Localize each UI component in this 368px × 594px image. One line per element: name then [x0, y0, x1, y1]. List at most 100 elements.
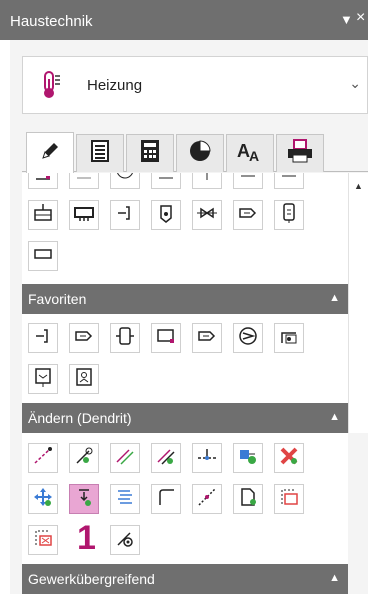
symbol-button[interactable] — [69, 200, 99, 230]
add-document-icon — [237, 486, 259, 513]
symbol-icon — [74, 173, 94, 187]
step-number-label: 1 — [77, 519, 96, 557]
gate-valve-icon — [196, 202, 218, 229]
tab-print[interactable] — [276, 134, 324, 172]
section-title: Ändern (Dendrit) — [28, 410, 132, 426]
symbol-button[interactable] — [192, 173, 222, 189]
panel-title: Haustechnik — [10, 13, 93, 30]
settings-line-icon — [114, 527, 136, 554]
move-icon — [32, 486, 54, 513]
edit-tool-button[interactable] — [69, 443, 99, 473]
calculator-icon — [140, 139, 160, 168]
symbol-icon — [33, 173, 53, 187]
tab-evaluate[interactable] — [176, 134, 224, 172]
collapse-icon[interactable]: ▲ — [329, 411, 340, 423]
edit-tool-button[interactable] — [192, 484, 222, 514]
edit-tool-button[interactable] — [233, 484, 263, 514]
text-style-icon: AA — [236, 139, 264, 168]
heat-exchanger-icon — [278, 325, 300, 352]
favorite-button[interactable] — [274, 323, 304, 353]
trim-lines-icon — [155, 445, 177, 472]
symbol-button[interactable] — [233, 173, 263, 189]
tool-palette: Favoriten ▲ Ändern (Dendrit) ▲ 1 Gewerkü… — [22, 173, 348, 594]
edit-tool-button[interactable] — [28, 484, 58, 514]
symbol-icon — [279, 173, 299, 187]
edit-tool-button[interactable] — [192, 443, 222, 473]
pencil-icon — [39, 140, 61, 167]
edit-tool-button[interactable] — [28, 525, 58, 555]
tab-draw[interactable] — [26, 132, 74, 173]
symbol-button[interactable] — [28, 241, 58, 271]
tab-calculate[interactable] — [126, 134, 174, 172]
favorite-button[interactable] — [69, 323, 99, 353]
symbol-button[interactable] — [151, 173, 181, 189]
collapse-icon[interactable]: ▲ — [329, 572, 340, 584]
edit-tool-button[interactable] — [151, 484, 181, 514]
radiator-icon — [73, 202, 95, 229]
edit-tool-button[interactable] — [110, 484, 140, 514]
delete-icon — [278, 445, 300, 472]
section-header-aendern[interactable]: Ändern (Dendrit) ▲ — [22, 403, 348, 433]
vertical-scrollbar[interactable]: ▲ — [348, 173, 368, 433]
draw-line-icon — [32, 445, 54, 472]
edit-tool-button-active[interactable] — [69, 484, 99, 514]
tab-list[interactable] — [76, 134, 124, 172]
symbol-button[interactable] — [110, 200, 140, 230]
split-pipe-icon — [196, 445, 218, 472]
outlet-icon — [114, 202, 136, 229]
pump-icon — [73, 325, 95, 352]
section-title: Gewerkübergreifend — [28, 571, 155, 587]
edit-tool-button[interactable] — [274, 443, 304, 473]
section-header-favoriten[interactable]: Favoriten ▲ — [22, 284, 348, 314]
symbol-button[interactable] — [274, 173, 304, 189]
favorite-button[interactable] — [28, 364, 58, 394]
symbol-icon — [238, 173, 258, 187]
list-icon — [90, 139, 110, 168]
edit-tool-button[interactable] — [274, 484, 304, 514]
edit-tool-button[interactable] — [28, 443, 58, 473]
dropdown-value: Heizung — [87, 77, 143, 94]
trade-dropdown[interactable]: Heizung ⌄ — [22, 56, 368, 114]
pump-icon — [237, 202, 259, 229]
collapse-icon[interactable]: ▲ — [329, 292, 340, 304]
favorite-button[interactable] — [69, 364, 99, 394]
svg-text:A: A — [249, 148, 259, 163]
favorite-button[interactable] — [110, 323, 140, 353]
edit-tool-button[interactable] — [110, 525, 140, 555]
connect-pipe-icon — [73, 445, 95, 472]
favorite-button[interactable] — [233, 323, 263, 353]
pie-chart-icon — [188, 139, 212, 168]
delete-box-icon — [32, 527, 54, 554]
symbol-button[interactable] — [192, 200, 222, 230]
valve-body-icon — [155, 202, 177, 229]
pin-dropdown-icon[interactable]: ▼ — [340, 12, 353, 27]
align-icon — [114, 486, 136, 513]
tab-text-styles[interactable]: AA — [226, 134, 274, 172]
scroll-up-icon[interactable]: ▲ — [354, 181, 363, 191]
radiator-vertical-icon — [114, 325, 136, 352]
tool-tabs: AA — [22, 132, 368, 173]
section-header-gewerk[interactable]: Gewerkübergreifend ▲ — [22, 564, 348, 594]
favorite-button[interactable] — [28, 323, 58, 353]
favorite-button[interactable] — [192, 323, 222, 353]
valve-box-icon — [32, 366, 54, 393]
favorite-button[interactable] — [151, 323, 181, 353]
symbol-button[interactable] — [110, 173, 140, 189]
collector-icon — [155, 325, 177, 352]
replace-symbol-icon — [237, 445, 259, 472]
symbol-icon — [197, 173, 217, 187]
meter-icon — [73, 366, 95, 393]
join-lines-icon — [196, 486, 218, 513]
close-icon[interactable]: × — [356, 9, 365, 27]
edit-tool-button[interactable] — [110, 443, 140, 473]
panel-symbol-icon — [32, 243, 54, 270]
edit-tool-button[interactable] — [233, 443, 263, 473]
edit-tool-button[interactable] — [151, 443, 181, 473]
outlet-icon — [32, 325, 54, 352]
symbol-button[interactable] — [28, 200, 58, 230]
symbol-button[interactable] — [274, 200, 304, 230]
symbol-button[interactable] — [69, 173, 99, 189]
symbol-button[interactable] — [28, 173, 58, 189]
symbol-button[interactable] — [151, 200, 181, 230]
symbol-button[interactable] — [233, 200, 263, 230]
